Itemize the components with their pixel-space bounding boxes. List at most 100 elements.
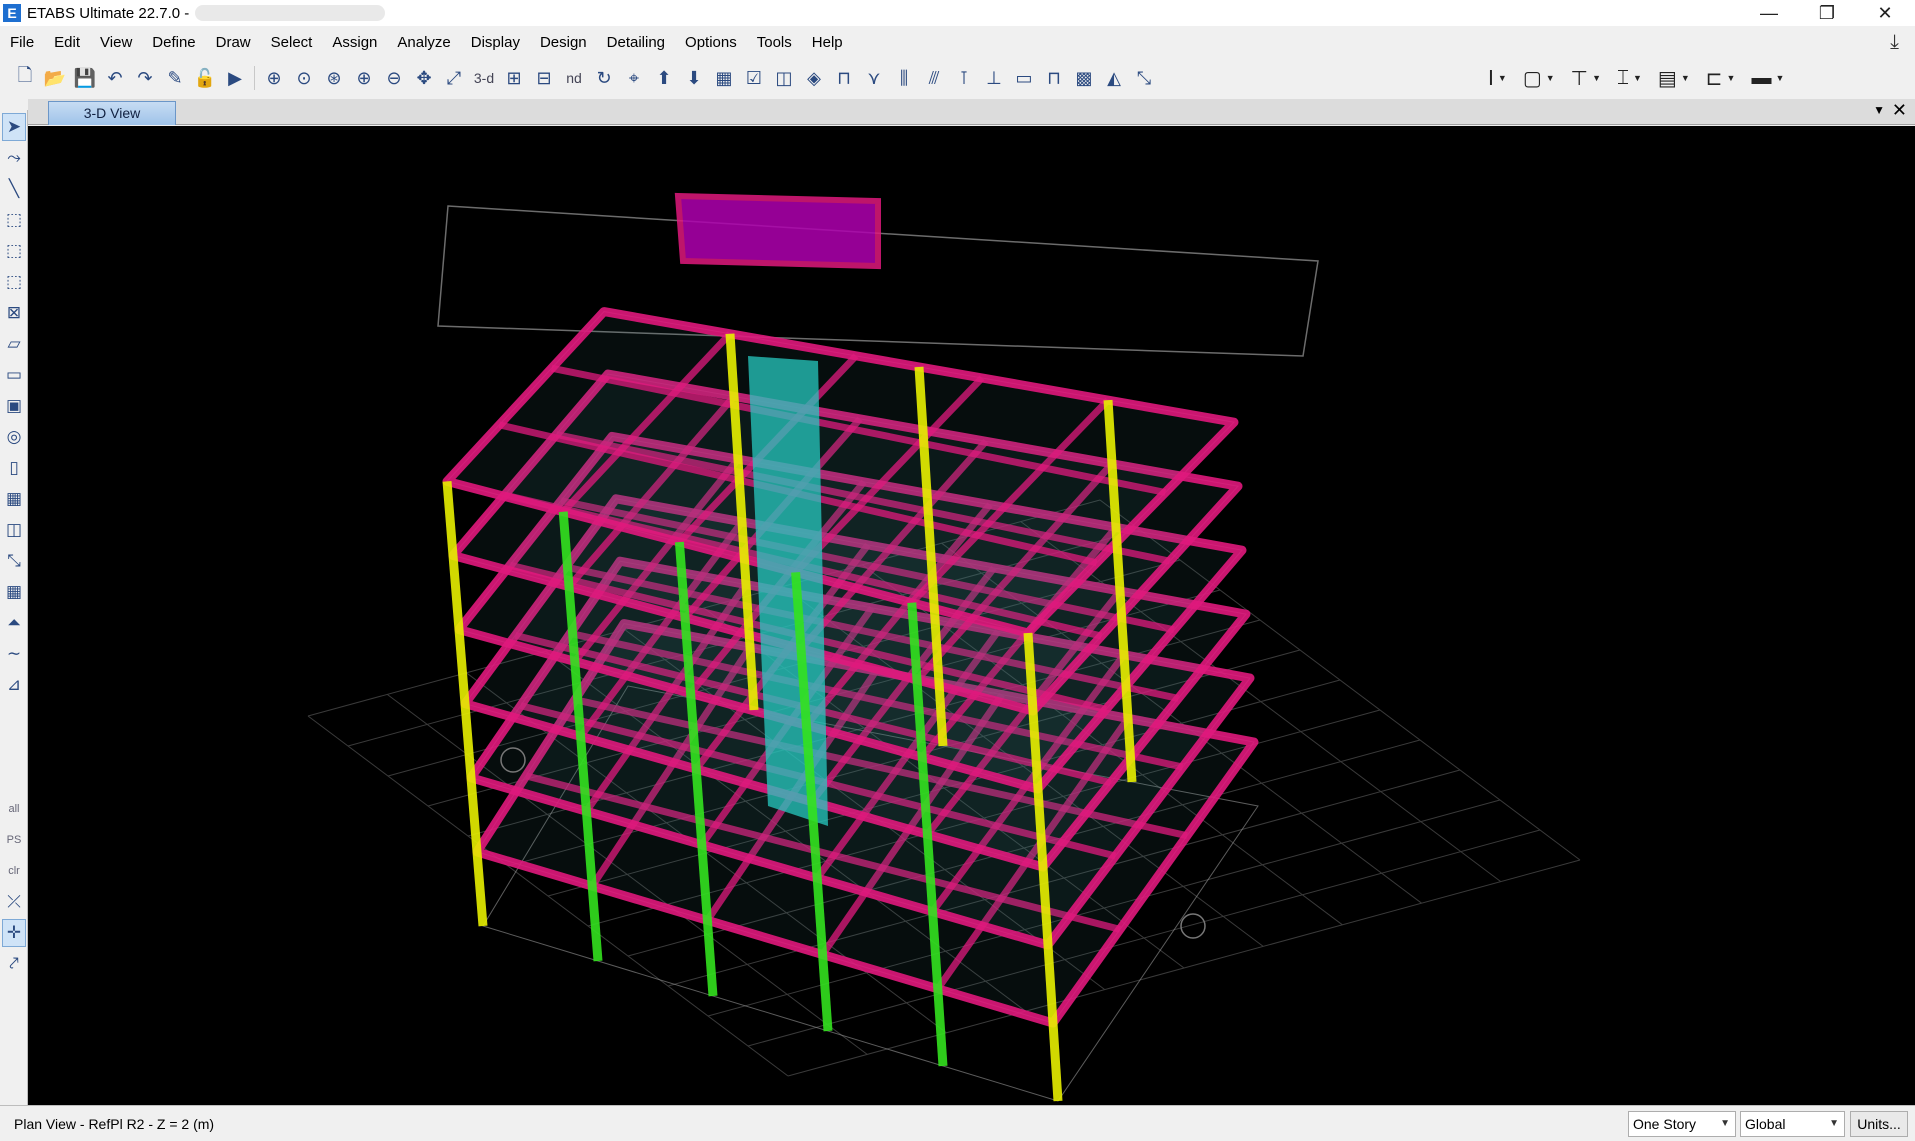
draw-beams-icon[interactable]: ⫼ — [891, 65, 917, 91]
draw-link-icon[interactable]: ⤡ — [2, 547, 26, 575]
draw-columns-icon[interactable]: ⊺ — [951, 65, 977, 91]
units-button[interactable]: Units... — [1850, 1111, 1908, 1137]
building-3d-model[interactable] — [28, 126, 1915, 1105]
draw-circle-icon[interactable]: ◎ — [2, 423, 26, 451]
chevron-down-icon: ▼ — [1720, 1118, 1730, 1129]
draw-area-load-icon[interactable]: ◭ — [1101, 65, 1127, 91]
zoom-full-icon[interactable]: ⊛ — [321, 65, 347, 91]
etabs-app-icon: E — [3, 4, 21, 22]
menu-select[interactable]: Select — [261, 29, 323, 57]
menu-view[interactable]: View — [90, 29, 142, 57]
draw-frame-icon[interactable]: ⊓ — [831, 65, 857, 91]
draw-curve-icon[interactable]: ∼ — [2, 640, 26, 668]
menu-assign[interactable]: Assign — [322, 29, 387, 57]
close-button[interactable]: ✕ — [1856, 0, 1914, 26]
draw-line-icon[interactable]: ╲ — [2, 175, 26, 203]
quick-draw-beam-icon[interactable]: ⬚ — [2, 268, 26, 296]
zoom-restore-icon[interactable]: ⊙ — [291, 65, 317, 91]
nd-view-button[interactable]: nd — [561, 65, 587, 91]
menu-display[interactable]: Display — [461, 29, 530, 57]
rotate-3d-icon[interactable]: ↻ — [591, 65, 617, 91]
menu-edit[interactable]: Edit — [44, 29, 90, 57]
story-select[interactable]: One Story ▼ — [1628, 1111, 1736, 1137]
quick-draw-column-icon[interactable]: ⬚ — [2, 237, 26, 265]
pan-icon[interactable]: ✥ — [411, 65, 437, 91]
section-i-dropdown[interactable]: Ⅰ ▼ — [1488, 66, 1507, 91]
show-undeformed-icon[interactable]: ◫ — [771, 65, 797, 91]
menu-define[interactable]: Define — [142, 29, 205, 57]
open-model-icon[interactable]: 📂 — [42, 65, 68, 91]
move-down-icon[interactable]: ⬇ — [681, 65, 707, 91]
section-frame-dropdown[interactable]: ⊏ ▼ — [1706, 66, 1736, 91]
zoom-in-icon[interactable]: ⊕ — [351, 65, 377, 91]
draw-tendon-icon[interactable]: ⏶ — [2, 609, 26, 637]
model-3d-viewport[interactable] — [28, 126, 1915, 1105]
section-hatch-dropdown[interactable]: ▤ ▼ — [1658, 66, 1690, 91]
quick-draw-brace-icon[interactable]: ⊠ — [2, 299, 26, 327]
object-shrink-icon[interactable]: ▦ — [711, 65, 737, 91]
menu-analyze[interactable]: Analyze — [387, 29, 460, 57]
plan-view-icon[interactable]: ⊞ — [501, 65, 527, 91]
coordinate-system-value: Global — [1745, 1116, 1786, 1132]
clear-selection-button[interactable]: clr — [2, 857, 26, 885]
undo-icon[interactable]: ↶ — [102, 65, 128, 91]
draw-section-cut-icon[interactable]: ⤡ — [1131, 65, 1157, 91]
move-up-icon[interactable]: ⬆ — [651, 65, 677, 91]
chevron-down-icon: ▼ — [1829, 1118, 1839, 1129]
refresh-window-icon[interactable]: ✎ — [162, 65, 188, 91]
previous-selection-button[interactable]: PS — [2, 826, 26, 854]
intersecting-line-select-icon[interactable]: ⤫ — [2, 888, 26, 916]
section-line-dropdown[interactable]: ▬ ▼ — [1751, 67, 1784, 90]
snap-to-points-icon[interactable]: ✛ — [2, 919, 26, 947]
coordinate-system-select[interactable]: Global ▼ — [1740, 1111, 1845, 1137]
elevation-view-icon[interactable]: ⊟ — [531, 65, 557, 91]
draw-wall-icon[interactable]: ⊓ — [1041, 65, 1067, 91]
reshape-icon[interactable]: ⤳ — [2, 144, 26, 172]
draw-dimension-icon[interactable]: ⊿ — [2, 671, 26, 699]
tab-list-dropdown-icon[interactable]: ▼ — [1873, 103, 1885, 117]
view-3d-button[interactable]: 3-d — [471, 65, 497, 91]
menu-draw[interactable]: Draw — [206, 29, 261, 57]
restore-button[interactable]: ❐ — [1798, 0, 1856, 26]
zoom-out-icon[interactable]: ⊖ — [381, 65, 407, 91]
quick-draw-frame-icon[interactable]: ⬚ — [2, 206, 26, 234]
close-tab-icon[interactable]: ✕ — [1892, 100, 1907, 121]
set-display-options-icon[interactable]: ☑ — [741, 65, 767, 91]
draw-floor-icon[interactable]: ▱ — [2, 330, 26, 358]
menu-file[interactable]: File — [0, 29, 44, 57]
perspective-toggle-icon[interactable]: ⌖ — [621, 65, 647, 91]
run-analysis-icon[interactable]: ▶ — [222, 65, 248, 91]
extrusion-view-icon[interactable]: ◈ — [801, 65, 827, 91]
rubber-band-zoom-icon[interactable]: ⤢ — [441, 65, 467, 91]
quick-draw-floor-icon[interactable]: ▣ — [2, 392, 26, 420]
pointer-select-icon[interactable]: ➤ — [2, 113, 26, 141]
download-icon[interactable]: ⤓ — [1890, 31, 1899, 54]
minimize-button[interactable]: — — [1740, 0, 1798, 26]
menu-design[interactable]: Design — [530, 29, 597, 57]
redo-icon[interactable]: ↷ — [132, 65, 158, 91]
draw-point-icon[interactable]: ⊥ — [981, 65, 1007, 91]
draw-joists-icon[interactable]: ⫻ — [921, 65, 947, 91]
save-model-icon[interactable]: 💾 — [72, 65, 98, 91]
new-model-icon[interactable]: 🗋 — [12, 65, 38, 91]
menu-options[interactable]: Options — [675, 29, 747, 57]
menu-help[interactable]: Help — [802, 29, 853, 57]
menu-tools[interactable]: Tools — [747, 29, 802, 57]
draw-slab-icon[interactable]: ▭ — [1011, 65, 1037, 91]
draw-opening-icon[interactable]: ▩ — [1071, 65, 1097, 91]
section-tee-dropdown[interactable]: ⊤ ▼ — [1571, 66, 1601, 91]
draw-rect-floor-icon[interactable]: ▭ — [2, 361, 26, 389]
zoom-window-icon[interactable]: ⊕ — [261, 65, 287, 91]
lock-model-icon[interactable]: 🔓 — [192, 65, 218, 91]
draw-brace-icon[interactable]: ⋎ — [861, 65, 887, 91]
section-channel-dropdown[interactable]: ⌶ ▼ — [1617, 67, 1642, 90]
quick-draw-wall-icon[interactable]: ▦ — [2, 485, 26, 513]
draw-wall-opening-icon[interactable]: ◫ — [2, 516, 26, 544]
draw-wall-left-icon[interactable]: ▯ — [2, 454, 26, 482]
section-box-dropdown[interactable]: ▢ ▼ — [1523, 66, 1555, 91]
tab-3d-view[interactable]: 3-D View — [48, 101, 176, 125]
snap-options-icon[interactable]: ⤤ — [2, 950, 26, 978]
draw-grid-icon[interactable]: ▦ — [2, 578, 26, 606]
select-all-button[interactable]: all — [2, 795, 26, 823]
menu-detailing[interactable]: Detailing — [597, 29, 675, 57]
